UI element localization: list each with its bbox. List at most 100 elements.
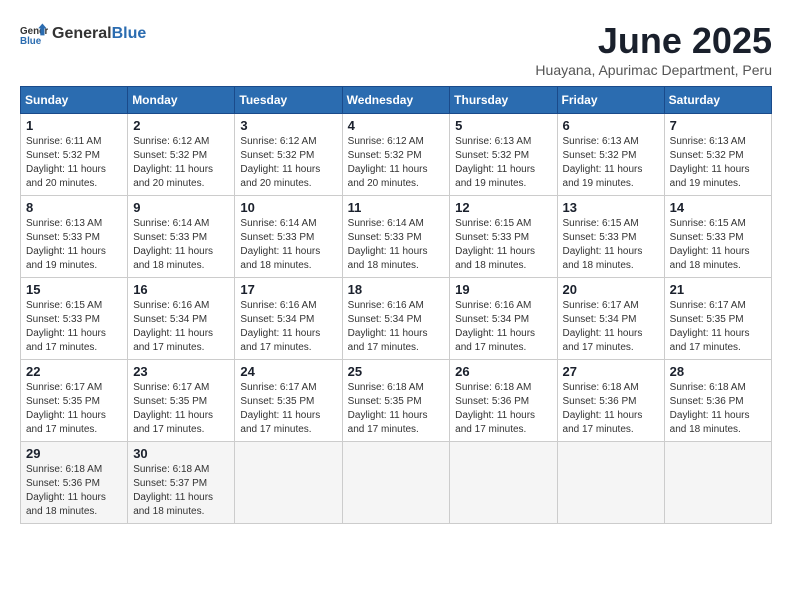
day-info: Sunrise: 6:15 AM Sunset: 5:33 PM Dayligh… [670, 217, 766, 273]
day-info: Sunrise: 6:13 AM Sunset: 5:32 PM Dayligh… [563, 135, 659, 191]
calendar-table: SundayMondayTuesdayWednesdayThursdayFrid… [20, 86, 772, 524]
day-header-sunday: Sunday [21, 87, 128, 114]
calendar-cell: 19 Sunrise: 6:16 AM Sunset: 5:34 PM Dayl… [450, 278, 557, 360]
day-number: 12 [455, 200, 551, 215]
day-number: 1 [26, 118, 122, 133]
calendar-cell: 11 Sunrise: 6:14 AM Sunset: 5:33 PM Dayl… [342, 196, 450, 278]
day-info: Sunrise: 6:18 AM Sunset: 5:36 PM Dayligh… [670, 381, 766, 437]
day-info: Sunrise: 6:15 AM Sunset: 5:33 PM Dayligh… [26, 299, 122, 355]
day-number: 21 [670, 282, 766, 297]
day-header-friday: Friday [557, 87, 664, 114]
title-area: June 2025 Huayana, Apurimac Department, … [535, 20, 772, 78]
calendar-cell: 24 Sunrise: 6:17 AM Sunset: 5:35 PM Dayl… [235, 360, 342, 442]
day-number: 4 [348, 118, 445, 133]
day-info: Sunrise: 6:17 AM Sunset: 5:35 PM Dayligh… [133, 381, 229, 437]
calendar-cell [557, 442, 664, 524]
day-info: Sunrise: 6:14 AM Sunset: 5:33 PM Dayligh… [348, 217, 445, 273]
day-info: Sunrise: 6:13 AM Sunset: 5:33 PM Dayligh… [26, 217, 122, 273]
calendar-cell: 26 Sunrise: 6:18 AM Sunset: 5:36 PM Dayl… [450, 360, 557, 442]
calendar-cell: 9 Sunrise: 6:14 AM Sunset: 5:33 PM Dayli… [128, 196, 235, 278]
calendar-cell: 30 Sunrise: 6:18 AM Sunset: 5:37 PM Dayl… [128, 442, 235, 524]
calendar-cell: 5 Sunrise: 6:13 AM Sunset: 5:32 PM Dayli… [450, 114, 557, 196]
logo-general: GeneralBlue [52, 25, 146, 43]
day-number: 18 [348, 282, 445, 297]
calendar-cell: 4 Sunrise: 6:12 AM Sunset: 5:32 PM Dayli… [342, 114, 450, 196]
svg-text:Blue: Blue [20, 36, 42, 47]
calendar-cell: 29 Sunrise: 6:18 AM Sunset: 5:36 PM Dayl… [21, 442, 128, 524]
day-info: Sunrise: 6:17 AM Sunset: 5:35 PM Dayligh… [670, 299, 766, 355]
week-row-1: 1 Sunrise: 6:11 AM Sunset: 5:32 PM Dayli… [21, 114, 772, 196]
calendar-cell: 7 Sunrise: 6:13 AM Sunset: 5:32 PM Dayli… [664, 114, 771, 196]
calendar-cell [450, 442, 557, 524]
page-header: General Blue GeneralBlue June 2025 Huaya… [20, 20, 772, 78]
day-info: Sunrise: 6:18 AM Sunset: 5:36 PM Dayligh… [455, 381, 551, 437]
day-header-thursday: Thursday [450, 87, 557, 114]
calendar-cell: 28 Sunrise: 6:18 AM Sunset: 5:36 PM Dayl… [664, 360, 771, 442]
calendar-cell: 14 Sunrise: 6:15 AM Sunset: 5:33 PM Dayl… [664, 196, 771, 278]
logo: General Blue GeneralBlue [20, 20, 146, 48]
day-header-saturday: Saturday [664, 87, 771, 114]
day-info: Sunrise: 6:18 AM Sunset: 5:36 PM Dayligh… [563, 381, 659, 437]
day-number: 16 [133, 282, 229, 297]
logo-icon: General Blue [20, 20, 48, 48]
week-row-2: 8 Sunrise: 6:13 AM Sunset: 5:33 PM Dayli… [21, 196, 772, 278]
day-header-wednesday: Wednesday [342, 87, 450, 114]
calendar-cell: 22 Sunrise: 6:17 AM Sunset: 5:35 PM Dayl… [21, 360, 128, 442]
day-info: Sunrise: 6:12 AM Sunset: 5:32 PM Dayligh… [240, 135, 336, 191]
day-number: 7 [670, 118, 766, 133]
day-info: Sunrise: 6:17 AM Sunset: 5:35 PM Dayligh… [26, 381, 122, 437]
day-info: Sunrise: 6:12 AM Sunset: 5:32 PM Dayligh… [348, 135, 445, 191]
day-number: 19 [455, 282, 551, 297]
day-number: 5 [455, 118, 551, 133]
day-info: Sunrise: 6:18 AM Sunset: 5:36 PM Dayligh… [26, 463, 122, 519]
day-info: Sunrise: 6:11 AM Sunset: 5:32 PM Dayligh… [26, 135, 122, 191]
day-number: 22 [26, 364, 122, 379]
day-info: Sunrise: 6:17 AM Sunset: 5:34 PM Dayligh… [563, 299, 659, 355]
day-info: Sunrise: 6:18 AM Sunset: 5:37 PM Dayligh… [133, 463, 229, 519]
week-row-3: 15 Sunrise: 6:15 AM Sunset: 5:33 PM Dayl… [21, 278, 772, 360]
day-info: Sunrise: 6:14 AM Sunset: 5:33 PM Dayligh… [133, 217, 229, 273]
calendar-cell [235, 442, 342, 524]
day-number: 11 [348, 200, 445, 215]
calendar-cell: 6 Sunrise: 6:13 AM Sunset: 5:32 PM Dayli… [557, 114, 664, 196]
day-number: 23 [133, 364, 229, 379]
calendar-cell: 8 Sunrise: 6:13 AM Sunset: 5:33 PM Dayli… [21, 196, 128, 278]
calendar-cell: 16 Sunrise: 6:16 AM Sunset: 5:34 PM Dayl… [128, 278, 235, 360]
day-number: 25 [348, 364, 445, 379]
calendar-cell: 13 Sunrise: 6:15 AM Sunset: 5:33 PM Dayl… [557, 196, 664, 278]
day-header-tuesday: Tuesday [235, 87, 342, 114]
day-info: Sunrise: 6:18 AM Sunset: 5:35 PM Dayligh… [348, 381, 445, 437]
calendar-cell: 12 Sunrise: 6:15 AM Sunset: 5:33 PM Dayl… [450, 196, 557, 278]
calendar-cell: 20 Sunrise: 6:17 AM Sunset: 5:34 PM Dayl… [557, 278, 664, 360]
day-info: Sunrise: 6:12 AM Sunset: 5:32 PM Dayligh… [133, 135, 229, 191]
day-number: 2 [133, 118, 229, 133]
calendar-cell: 1 Sunrise: 6:11 AM Sunset: 5:32 PM Dayli… [21, 114, 128, 196]
calendar-cell: 23 Sunrise: 6:17 AM Sunset: 5:35 PM Dayl… [128, 360, 235, 442]
day-info: Sunrise: 6:13 AM Sunset: 5:32 PM Dayligh… [455, 135, 551, 191]
calendar-cell: 17 Sunrise: 6:16 AM Sunset: 5:34 PM Dayl… [235, 278, 342, 360]
calendar-cell: 3 Sunrise: 6:12 AM Sunset: 5:32 PM Dayli… [235, 114, 342, 196]
day-info: Sunrise: 6:16 AM Sunset: 5:34 PM Dayligh… [240, 299, 336, 355]
calendar-cell: 15 Sunrise: 6:15 AM Sunset: 5:33 PM Dayl… [21, 278, 128, 360]
day-number: 27 [563, 364, 659, 379]
day-info: Sunrise: 6:14 AM Sunset: 5:33 PM Dayligh… [240, 217, 336, 273]
day-number: 15 [26, 282, 122, 297]
day-number: 28 [670, 364, 766, 379]
calendar-cell: 21 Sunrise: 6:17 AM Sunset: 5:35 PM Dayl… [664, 278, 771, 360]
day-number: 8 [26, 200, 122, 215]
day-info: Sunrise: 6:13 AM Sunset: 5:32 PM Dayligh… [670, 135, 766, 191]
calendar-cell: 18 Sunrise: 6:16 AM Sunset: 5:34 PM Dayl… [342, 278, 450, 360]
month-title: June 2025 [535, 20, 772, 62]
day-number: 3 [240, 118, 336, 133]
calendar-cell: 2 Sunrise: 6:12 AM Sunset: 5:32 PM Dayli… [128, 114, 235, 196]
day-info: Sunrise: 6:16 AM Sunset: 5:34 PM Dayligh… [455, 299, 551, 355]
day-info: Sunrise: 6:16 AM Sunset: 5:34 PM Dayligh… [133, 299, 229, 355]
day-number: 29 [26, 446, 122, 461]
days-header-row: SundayMondayTuesdayWednesdayThursdayFrid… [21, 87, 772, 114]
day-number: 30 [133, 446, 229, 461]
week-row-4: 22 Sunrise: 6:17 AM Sunset: 5:35 PM Dayl… [21, 360, 772, 442]
day-info: Sunrise: 6:15 AM Sunset: 5:33 PM Dayligh… [455, 217, 551, 273]
calendar-cell [342, 442, 450, 524]
day-info: Sunrise: 6:16 AM Sunset: 5:34 PM Dayligh… [348, 299, 445, 355]
day-number: 9 [133, 200, 229, 215]
